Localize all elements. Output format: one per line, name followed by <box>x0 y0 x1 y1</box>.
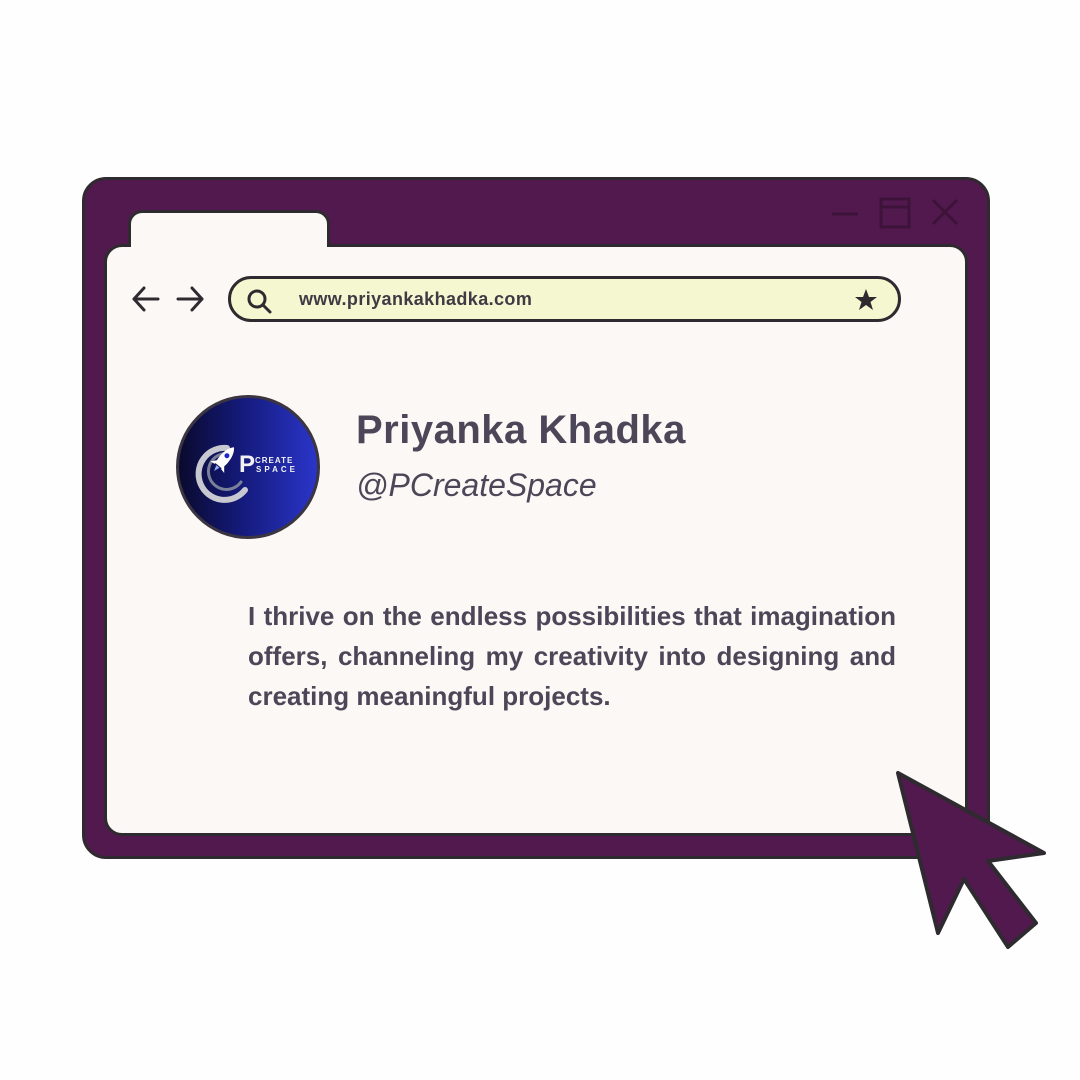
url-text: www.priyankakhadka.com <box>299 289 533 309</box>
logo-word-top: CREATE <box>255 456 294 465</box>
close-icon[interactable] <box>931 198 959 226</box>
back-button[interactable] <box>130 282 164 316</box>
star-icon[interactable] <box>852 286 880 314</box>
mouse-pointer-icon <box>896 771 1046 949</box>
stage: www.priyankakhadka.com P CREATE SPACE Pr… <box>0 0 1080 1080</box>
address-bar[interactable]: www.priyankakhadka.com <box>228 276 901 322</box>
profile-bio: I thrive on the endless possibilities th… <box>248 601 896 711</box>
arrow-right-icon <box>176 286 204 312</box>
logo-letter: P <box>239 451 256 478</box>
forward-button[interactable] <box>172 282 206 316</box>
tab-merge <box>131 242 327 250</box>
avatar: P CREATE SPACE <box>176 395 320 539</box>
logo-word-bottom: SPACE <box>256 465 298 474</box>
maximize-icon[interactable] <box>879 197 911 229</box>
window-controls <box>828 196 968 230</box>
search-icon <box>247 289 272 314</box>
page-panel <box>104 244 968 836</box>
profile-name: Priyanka Khadka <box>356 408 686 452</box>
profile-handle[interactable]: @PCreateSpace <box>356 467 597 504</box>
arrow-left-icon <box>132 286 160 312</box>
